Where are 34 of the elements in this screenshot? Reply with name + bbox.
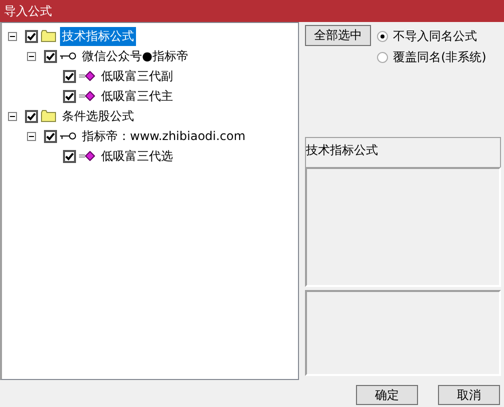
diamond-icon: [79, 71, 95, 81]
select-all-button[interactable]: 全部选中: [305, 25, 371, 46]
radio-button[interactable]: [377, 52, 388, 63]
radio-label: 覆盖同名(非系统): [393, 49, 486, 66]
checkbox[interactable]: [63, 150, 76, 162]
tree-item[interactable]: 低吸富三代主: [99, 86, 175, 106]
collapse-icon[interactable]: [8, 32, 17, 40]
info-label: 技术指标公式: [305, 137, 501, 167]
checkbox[interactable]: [63, 90, 76, 102]
folder-icon: [41, 110, 56, 122]
window-title: 导入公式: [0, 0, 504, 22]
tree-item[interactable]: 低吸富三代副: [99, 66, 175, 86]
collapse-icon[interactable]: [27, 52, 36, 60]
radio-label: 不导入同名公式: [393, 28, 477, 45]
checkbox[interactable]: [25, 30, 38, 42]
tree-item[interactable]: 条件选股公式: [60, 106, 136, 126]
dialog-button[interactable]: 确定: [356, 385, 418, 405]
dialog-button[interactable]: 取消: [438, 385, 500, 405]
radio-button[interactable]: [377, 31, 388, 42]
checkbox[interactable]: [44, 130, 57, 142]
collapse-icon[interactable]: [27, 132, 36, 140]
tree-item[interactable]: 微信公众号●指标帝: [80, 46, 190, 66]
checkbox[interactable]: [63, 70, 76, 82]
tree-item[interactable]: 指标帝：www.zhibiaodi.com: [80, 126, 248, 146]
folder-icon: [41, 30, 56, 42]
key-icon: [60, 132, 76, 140]
tree-item[interactable]: 技术指标公式: [60, 26, 136, 46]
collapse-icon[interactable]: [8, 112, 17, 120]
checkbox[interactable]: [44, 50, 57, 62]
checkbox[interactable]: [25, 110, 38, 122]
key-icon: [60, 52, 76, 60]
diamond-icon: [79, 91, 95, 101]
diamond-icon: [79, 151, 95, 161]
tree-item[interactable]: 低吸富三代选: [99, 146, 175, 166]
